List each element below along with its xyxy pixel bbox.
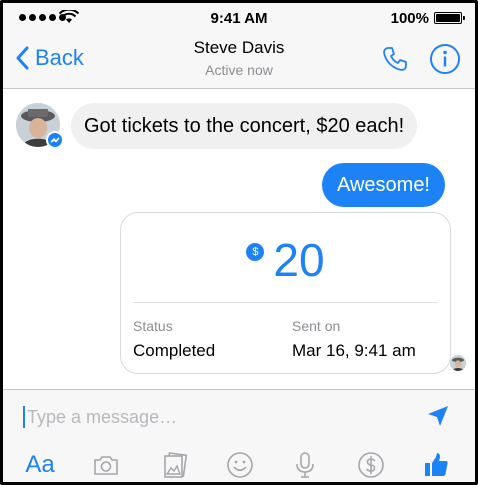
payment-amount: $ 20: [121, 235, 450, 285]
incoming-message[interactable]: Got tickets to the concert, $20 each!: [71, 103, 418, 149]
battery-icon: [434, 12, 465, 24]
messenger-badge-icon: [46, 131, 64, 149]
status-value: Completed: [133, 341, 216, 360]
message-input[interactable]: [27, 405, 407, 429]
composer-toolbar: Aa: [3, 448, 475, 482]
divider: [133, 302, 438, 303]
phone-icon[interactable]: [381, 45, 409, 73]
sent-on-value: Mar 16, 9:41 am: [292, 341, 416, 360]
payment-card[interactable]: $ 20 Status Completed Sent on Mar 16, 9:…: [120, 212, 451, 374]
text-format-button[interactable]: Aa: [20, 448, 60, 482]
dollar-icon: $: [246, 243, 265, 261]
like-button[interactable]: [419, 448, 453, 482]
microphone-icon: [296, 452, 314, 478]
message-composer: Aa: [3, 389, 475, 482]
messenger-screen: 9:41 AM 100% Back Steve Davis Active now: [0, 0, 478, 485]
sent-on-label: Sent on: [292, 318, 341, 334]
microphone-button[interactable]: [288, 448, 322, 482]
gallery-icon: [164, 452, 188, 478]
payment-date: Sent on Mar 16, 9:41 am: [292, 318, 416, 361]
read-receipt-avatar: [450, 355, 466, 371]
battery-percentage: 100%: [390, 10, 429, 27]
emoji-button[interactable]: [223, 448, 257, 482]
camera-button[interactable]: [89, 448, 123, 482]
gallery-button[interactable]: [158, 448, 192, 482]
payment-status: Status Completed: [133, 318, 215, 361]
status-bar: 9:41 AM 100%: [3, 3, 475, 33]
emoji-icon: [227, 452, 253, 478]
outgoing-message[interactable]: Awesome!: [321, 163, 445, 207]
info-icon[interactable]: [429, 43, 461, 75]
send-icon[interactable]: [427, 405, 449, 427]
text-cursor: [23, 406, 25, 428]
camera-icon: [94, 456, 118, 475]
payment-value: 20: [273, 234, 325, 286]
payment-button[interactable]: [354, 448, 388, 482]
navigation-bar: Back Steve Davis Active now: [3, 33, 475, 89]
payment-icon: [358, 452, 384, 478]
status-label: Status: [133, 318, 173, 334]
like-icon: [425, 453, 448, 476]
